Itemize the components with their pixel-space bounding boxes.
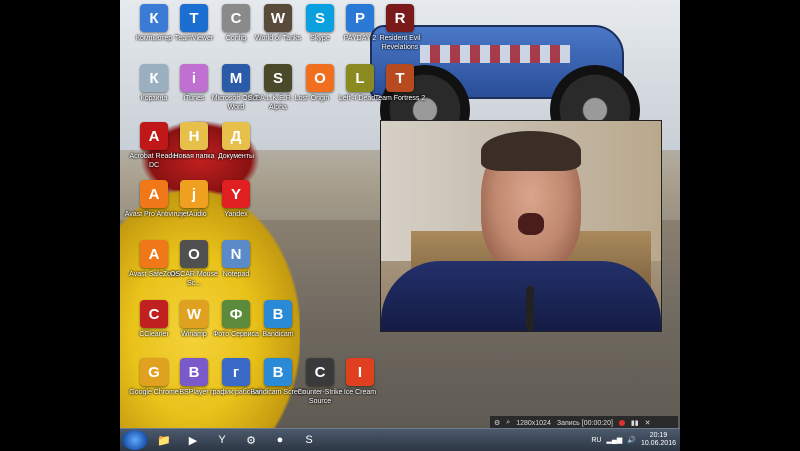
webcam-overlay [380,120,662,332]
re-icon: R [386,4,414,32]
volume-icon[interactable]: 🔊 [627,436,636,444]
screen-icon: B [264,358,292,386]
desktop-icon-label: Ice Cream [343,389,377,396]
desktop-icon-label: Bandicam [262,331,294,338]
search-icon[interactable]: ⌕ [506,419,510,427]
desktop-icon-label: Yandex [224,211,248,218]
word-icon: M [222,64,250,92]
bsplayer-icon: B [180,358,208,386]
skype-icon[interactable]: S [295,430,323,450]
clock-date: 10.06.2016 [640,440,676,447]
tf2-icon: T [386,64,414,92]
resolution-label: 1280x1024 [516,419,551,427]
explorer-icon[interactable]: 📁 [150,430,178,450]
oscar-icon: O [180,240,208,268]
desktop-icon[interactable]: I Ice Cream [330,358,390,397]
desktop-icon[interactable]: B Bandicam [248,300,308,339]
taskbar-apps: 📁 ▶ Y ⚙ ● S [150,430,324,450]
system-tray: RU ▂▄▆ 🔊 20:19 10.06.2016 [591,429,676,451]
desktop-icon-label: Документы [217,153,255,160]
clock[interactable]: 20:19 10.06.2016 [641,432,676,448]
desktop-icon[interactable]: Y Yandex [206,180,266,219]
yandex-icon: Y [222,180,250,208]
record-icon[interactable] [618,420,625,426]
itunes-icon: i [180,64,208,92]
start-button[interactable] [122,430,148,450]
document-icon: г [222,358,250,386]
pause-icon[interactable]: ▮▮ [631,419,639,427]
desktop: К Компьютер T TeamViewer C Config W World of Ta… [120,0,680,450]
notepad-icon: N [222,240,250,268]
clock-time: 20:19 [649,432,668,439]
wot-icon: W [264,4,292,32]
desktop-icon-label: Notepad [222,271,250,278]
config-icon: C [222,4,250,32]
jetaudio-icon: j [180,180,208,208]
desktop-icon[interactable]: T Team Fortress 2 [370,64,430,103]
desktop-icon-label: Team Fortress 2 [374,95,426,102]
photo-icon: Ф [222,300,250,328]
camera-icon[interactable]: ⚙ [494,419,500,427]
desktop-icon[interactable]: R Resident Evil Revelations [370,4,430,52]
teamviewer-icon: T [180,4,208,32]
stalker-icon: S [264,64,292,92]
documents-icon: Д [222,122,250,150]
bandicam-icon: B [264,300,292,328]
close-icon[interactable]: ✕ [645,419,651,427]
taskbar: 📁 ▶ Y ⚙ ● S RU ▂▄▆ 🔊 20:19 10.06.2016 [120,428,680,451]
steam-icon[interactable]: ⚙ [237,430,265,450]
language-indicator[interactable]: RU [591,437,601,444]
icecream-icon: I [346,358,374,386]
desktop-icon[interactable]: N Notepad [206,240,266,279]
recording-status: Запись [00:00:20] [556,419,613,427]
desktop-icon[interactable]: Д Документы [206,122,266,161]
network-icon[interactable]: ▂▄▆ [607,436,623,444]
winamp-icon: W [180,300,208,328]
desktop-icon-label: Resident Evil Revelations [379,35,421,51]
bsplayer-icon[interactable]: ▶ [179,430,207,450]
yandex-icon[interactable]: Y [208,430,236,450]
folder-icon: Н [180,122,208,150]
record-icon[interactable]: ● [266,430,294,450]
